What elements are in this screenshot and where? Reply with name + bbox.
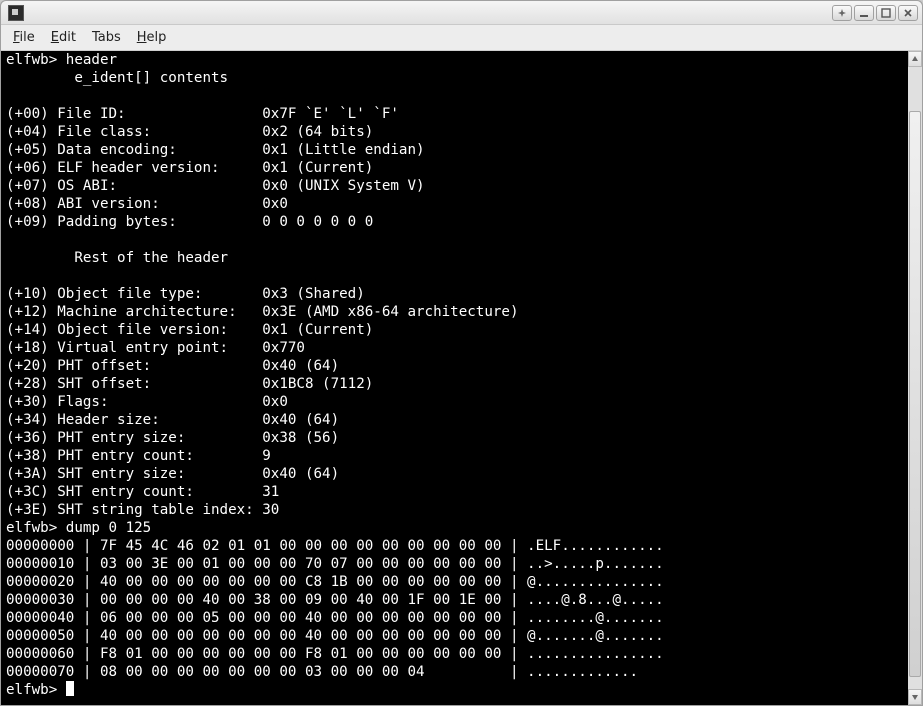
maximize-button[interactable] — [876, 5, 896, 21]
dump-row-30: 00000030 | 00 00 00 00 40 00 38 00 09 00… — [6, 592, 664, 608]
cmd-header: header — [66, 52, 117, 68]
menu-help-rest: elp — [147, 30, 167, 45]
scrollbar-thumb[interactable] — [909, 111, 921, 677]
menu-edit-rest: dit — [59, 30, 76, 45]
dump-row-60: 00000060 | F8 01 00 00 00 00 00 00 F8 01… — [6, 646, 664, 662]
dump-row-10: 00000010 | 03 00 3E 00 01 00 00 00 70 07… — [6, 556, 664, 572]
hdr-pht-esize: (+36) PHT entry size: 0x38 (56) — [6, 430, 339, 446]
hdr-obj-type: (+10) Object file type: 0x3 (Shared) — [6, 286, 365, 302]
hdr-sht-strtab: (+3E) SHT string table index: 30 — [6, 502, 279, 518]
close-button[interactable] — [898, 5, 918, 21]
stick-button[interactable] — [832, 5, 852, 21]
terminal-area: elfwb> header e_ident[] contents (+00) F… — [1, 51, 922, 705]
menu-tabs[interactable]: Tabs — [84, 27, 129, 48]
menu-edit[interactable]: Edit — [43, 27, 84, 48]
hdr-file-id: (+00) File ID: 0x7F `E' `L' `F' — [6, 106, 399, 122]
hdr-sht-esize: (+3A) SHT entry size: 0x40 (64) — [6, 466, 339, 482]
minimize-button[interactable] — [854, 5, 874, 21]
hdr-pht-offset: (+20) PHT offset: 0x40 (64) — [6, 358, 339, 374]
terminal[interactable]: elfwb> header e_ident[] contents (+00) F… — [1, 51, 908, 705]
hdr-data-encoding: (+05) Data encoding: 0x1 (Little endian) — [6, 142, 425, 158]
menu-file[interactable]: File — [5, 27, 43, 48]
scrollbar-track[interactable] — [908, 67, 922, 689]
dump-row-40: 00000040 | 06 00 00 00 05 00 00 00 40 00… — [6, 610, 664, 626]
scroll-down-button[interactable] — [908, 689, 922, 705]
hdr-file-class: (+04) File class: 0x2 (64 bits) — [6, 124, 373, 140]
menu-help[interactable]: Help — [129, 27, 175, 48]
hdr-elf-version: (+06) ELF header version: 0x1 (Current) — [6, 160, 373, 176]
prompt-3: elfwb> — [6, 682, 66, 698]
scrollbar[interactable] — [908, 51, 922, 705]
hdr-padding: (+09) Padding bytes: 0 0 0 0 0 0 0 — [6, 214, 373, 230]
dump-row-20: 00000020 | 40 00 00 00 00 00 00 00 C8 1B… — [6, 574, 664, 590]
hdr-entry: (+18) Virtual entry point: 0x770 — [6, 340, 305, 356]
hdr-abi-version: (+08) ABI version: 0x0 — [6, 196, 288, 212]
hdr-os-abi: (+07) OS ABI: 0x0 (UNIX System V) — [6, 178, 425, 194]
app-icon — [8, 5, 24, 21]
scroll-up-button[interactable] — [908, 51, 922, 67]
prompt-1: elfwb> — [6, 52, 57, 68]
menubar: File Edit Tabs Help — [1, 25, 922, 51]
hdr-machine: (+12) Machine architecture: 0x3E (AMD x8… — [6, 304, 519, 320]
hdr-pht-ecount: (+38) PHT entry count: 9 — [6, 448, 271, 464]
section-eident: e_ident[] contents — [6, 70, 228, 86]
hdr-flags: (+30) Flags: 0x0 — [6, 394, 288, 410]
titlebar[interactable] — [1, 1, 922, 25]
terminal-window: File Edit Tabs Help elfwb> header e_iden… — [0, 0, 923, 706]
hdr-obj-version: (+14) Object file version: 0x1 (Current) — [6, 322, 373, 338]
menu-file-rest: ile — [20, 30, 35, 45]
dump-row-00: 00000000 | 7F 45 4C 46 02 01 01 00 00 00… — [6, 538, 664, 554]
hdr-sht-ecount: (+3C) SHT entry count: 31 — [6, 484, 279, 500]
cmd-dump: dump 0 125 — [66, 520, 151, 536]
dump-row-70: 00000070 | 08 00 00 00 00 00 00 00 03 00… — [6, 664, 638, 680]
hdr-sht-offset: (+28) SHT offset: 0x1BC8 (7112) — [6, 376, 373, 392]
cursor — [66, 681, 74, 696]
prompt-2: elfwb> — [6, 520, 57, 536]
hdr-size: (+34) Header size: 0x40 (64) — [6, 412, 339, 428]
section-rest: Rest of the header — [6, 250, 228, 266]
menu-tabs-label: Tabs — [92, 30, 121, 45]
dump-row-50: 00000050 | 40 00 00 00 00 00 00 00 40 00… — [6, 628, 664, 644]
